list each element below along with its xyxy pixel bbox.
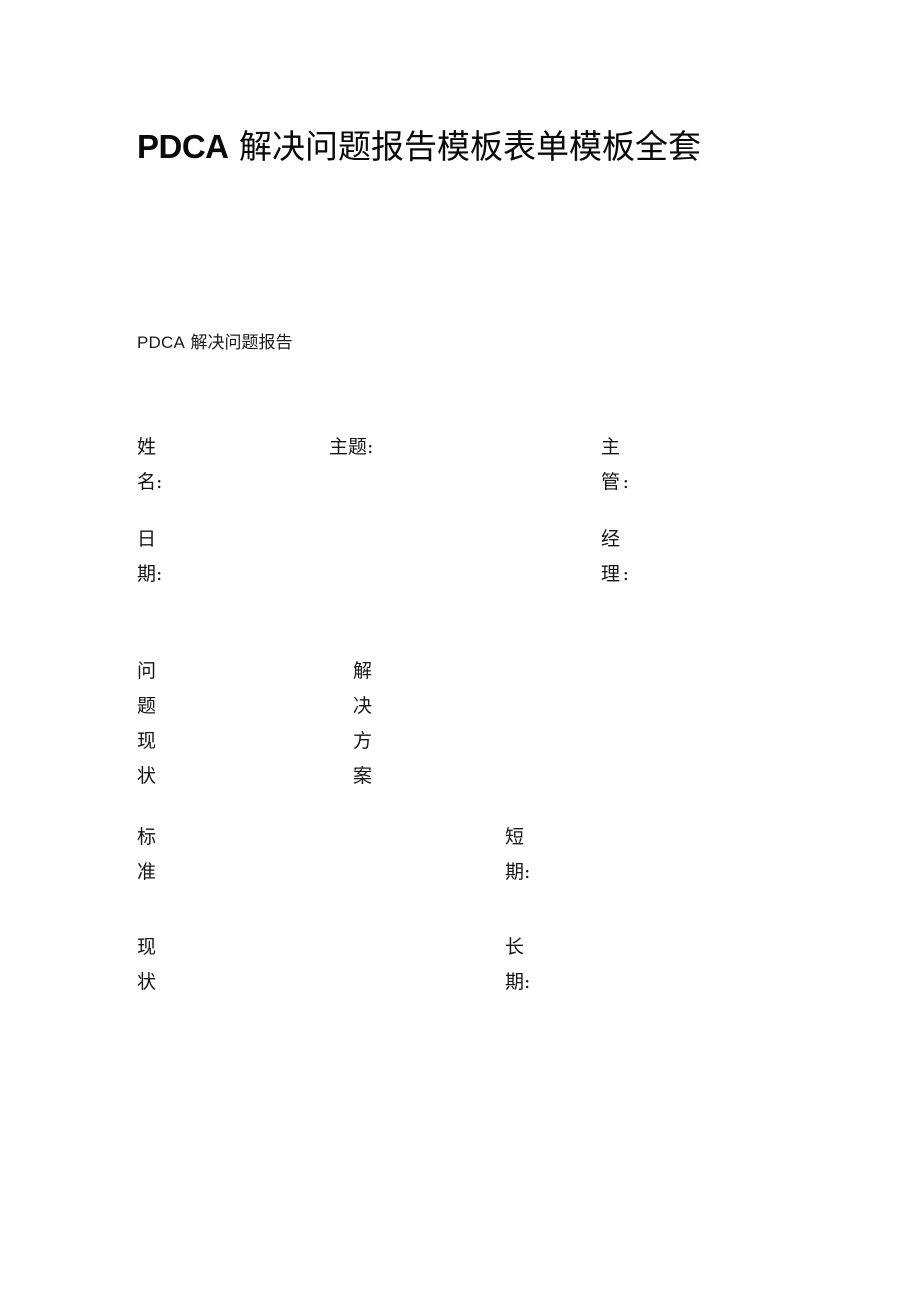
field-label-solution: 解决方案 [353, 660, 373, 787]
page-title-latin: PDCA [137, 128, 229, 165]
field-label-subject: 主题: [329, 436, 374, 458]
field-label-current-status: 现状 [137, 936, 157, 993]
field-label-problem-status: 问题现状 [137, 660, 157, 787]
field-label-name: 姓名: [137, 436, 163, 493]
field-label-standard: 标准 [137, 826, 157, 883]
page-title: PDCA 解决问题报告模板表单模板全套 [137, 116, 737, 178]
field-label-date: 日期: [137, 528, 163, 585]
field-label-supervisor: 主管: [601, 436, 629, 493]
document-page: PDCA 解决问题报告模板表单模板全套 PDCA 解决问题报告 姓名: 主题: … [0, 0, 920, 1301]
table-row: 姓名: 主题: 主管: [137, 430, 629, 500]
table-row: 标准 短期: [137, 820, 629, 890]
field-label-long-term: 长期: [505, 936, 531, 993]
table-row: 日期: 经理: [137, 522, 629, 592]
report-subtitle-chinese: 解决问题报告 [190, 333, 293, 353]
report-subtitle-latin: PDCA [137, 333, 186, 352]
field-value-blank [161, 522, 601, 523]
report-subtitle: PDCA 解决问题报告 [137, 330, 292, 356]
page-title-chinese: 解决问题报告模板表单模板全套 [239, 127, 702, 166]
pdca-form-table: 姓名: 主题: 主管: 日期: 经理: 问题现状 解决方案 标准 短期: 现状 … [137, 430, 629, 1000]
field-label-short-term: 短期: [505, 826, 531, 883]
table-row: 问题现状 解决方案 [137, 654, 629, 794]
table-row: 现状 长期: [137, 930, 629, 1000]
field-label-manager: 经理: [601, 528, 629, 585]
